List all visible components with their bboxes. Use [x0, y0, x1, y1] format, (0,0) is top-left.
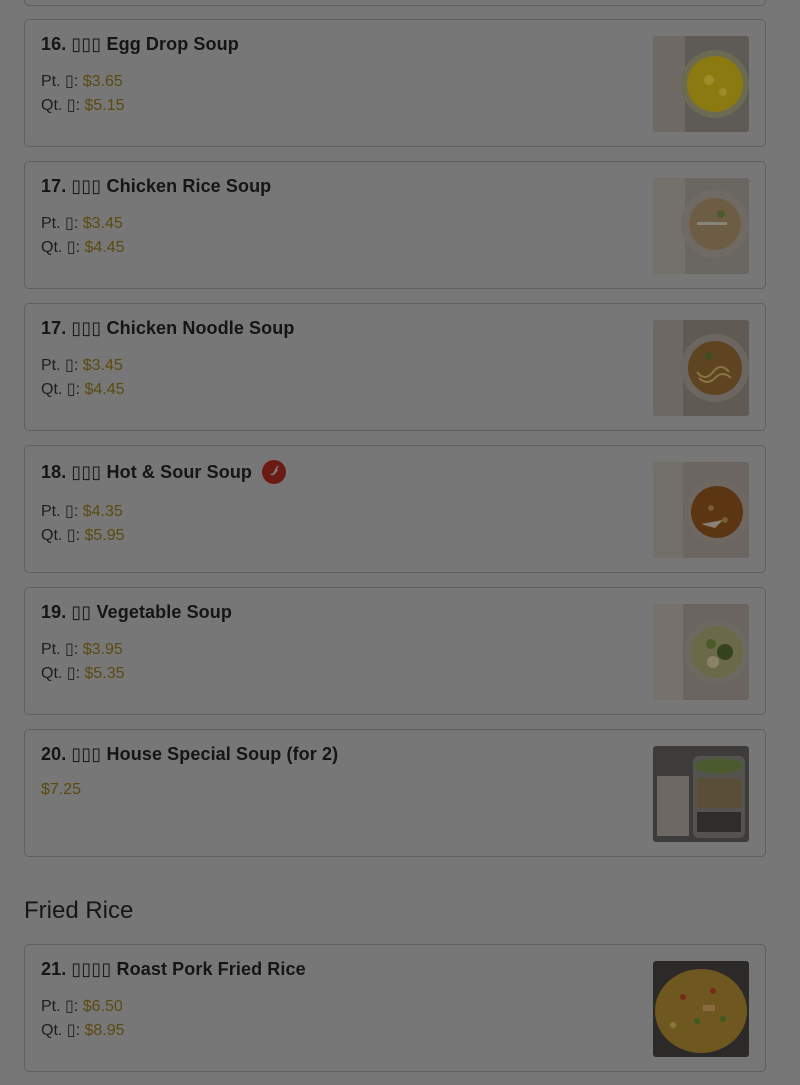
- item-photo: [653, 462, 749, 558]
- item-photo: [653, 36, 749, 132]
- price-quart: Qt. ▯: $5.95: [41, 527, 125, 544]
- price-quart: Qt. ▯: $8.95: [41, 1022, 125, 1039]
- item-name: 17. ▯▯▯ Chicken Rice Soup: [41, 176, 272, 196]
- item-photo: [653, 746, 749, 842]
- item-name: 16. ▯▯▯ Egg Drop Soup: [41, 34, 239, 54]
- price-quart: Qt. ▯: $5.15: [41, 97, 125, 114]
- menu-item-card[interactable]: 17. ▯▯▯ Chicken Noodle Soup Pt. ▯: $3.45…: [24, 303, 766, 431]
- item-name: 19. ▯▯ Vegetable Soup: [41, 602, 232, 622]
- price-pint: Pt. ▯: $3.45: [41, 215, 123, 232]
- price-pint: Pt. ▯: $3.65: [41, 73, 123, 90]
- chili-pepper-icon: [262, 460, 287, 484]
- item-name: 21. ▯▯▯▯ Roast Pork Fried Rice: [41, 959, 306, 979]
- menu-item-card[interactable]: 19. ▯▯ Vegetable Soup Pt. ▯: $3.95 Qt. ▯…: [24, 587, 766, 715]
- menu-item-card-partial[interactable]: [24, 0, 766, 6]
- price-pint: Pt. ▯: $3.95: [41, 641, 123, 658]
- item-name: 20. ▯▯▯ House Special Soup (for 2): [41, 744, 339, 764]
- price: $7.25: [41, 781, 82, 798]
- price-quart: Qt. ▯: $4.45: [41, 381, 125, 398]
- item-photo: [653, 604, 749, 700]
- price-quart: Qt. ▯: $4.45: [41, 239, 125, 256]
- item-photo: [653, 320, 749, 416]
- item-photo: [653, 961, 749, 1057]
- item-photo: [653, 178, 749, 274]
- menu-item-card[interactable]: 20. ▯▯▯ House Special Soup (for 2) $7.25: [24, 729, 766, 857]
- item-name: 17. ▯▯▯ Chicken Noodle Soup: [41, 318, 295, 338]
- menu-item-card[interactable]: 17. ▯▯▯ Chicken Rice Soup Pt. ▯: $3.45 Q…: [24, 161, 766, 289]
- menu-item-card[interactable]: 16. ▯▯▯ Egg Drop Soup Pt. ▯: $3.65 Qt. ▯…: [24, 19, 766, 147]
- menu-item-card[interactable]: 18. ▯▯▯ Hot & Sour Soup Pt. ▯: $4.35 Qt.…: [24, 445, 766, 573]
- price-pint: Pt. ▯: $4.35: [41, 503, 123, 520]
- menu-page: 16. ▯▯▯ Egg Drop Soup Pt. ▯: $3.65 Qt. ▯…: [0, 0, 800, 1085]
- item-name: 18. ▯▯▯ Hot & Sour Soup: [41, 460, 287, 484]
- price-quart: Qt. ▯: $5.35: [41, 665, 125, 682]
- price-pint: Pt. ▯: $6.50: [41, 998, 123, 1015]
- menu-item-card[interactable]: 21. ▯▯▯▯ Roast Pork Fried Rice Pt. ▯: $6…: [24, 944, 766, 1072]
- price-pint: Pt. ▯: $3.45: [41, 357, 123, 374]
- section-title: Fried Rice: [24, 897, 134, 924]
